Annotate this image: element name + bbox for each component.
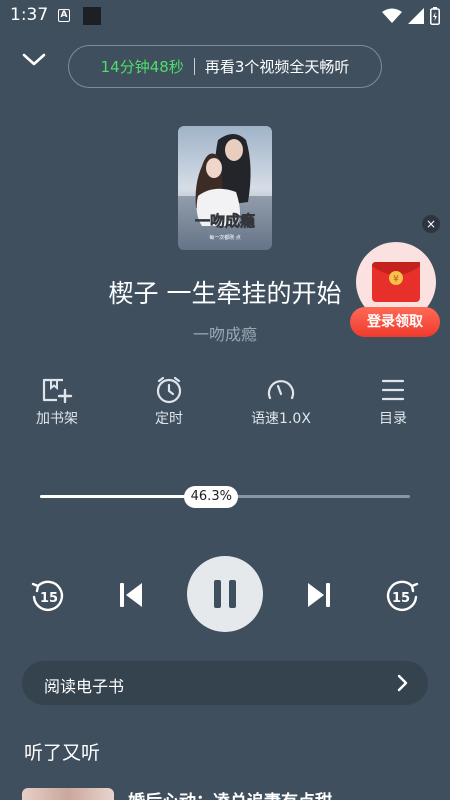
speed-gauge-icon xyxy=(267,380,295,400)
status-bar: 1:37 A xyxy=(0,0,450,32)
previous-chapter-button[interactable] xyxy=(116,580,146,614)
catalog-button[interactable]: 目录 xyxy=(348,376,438,428)
pause-button[interactable] xyxy=(187,556,263,632)
chapter-title: 楔子 一生牵挂的开始 xyxy=(108,279,342,308)
forward-seconds: 15 xyxy=(392,591,410,606)
notification-square-icon xyxy=(83,7,101,25)
rewind-15-icon: 15 xyxy=(31,580,64,612)
close-promo-button[interactable]: × xyxy=(422,215,440,233)
playback-controls: 15 15 xyxy=(0,556,450,634)
chevron-down-icon xyxy=(22,53,46,66)
wifi-icon xyxy=(382,8,402,23)
catalog-label: 目录 xyxy=(379,411,407,427)
rewind-seconds: 15 xyxy=(40,591,58,606)
read-ebook-button[interactable]: 阅读电子书 xyxy=(22,661,428,705)
progress-slider[interactable]: 46.3% xyxy=(40,486,410,508)
action-row: 加书架 定时 语速1.0X 目录 xyxy=(0,376,450,436)
progress-thumb[interactable]: 46.3% xyxy=(184,486,239,508)
list-icon xyxy=(381,379,405,401)
forward-15-button[interactable]: 15 xyxy=(383,576,421,618)
timer-icon xyxy=(156,376,182,404)
speed-label: 语速1.0X xyxy=(251,411,311,427)
notification-a-icon: A xyxy=(58,9,70,22)
speed-button[interactable]: 语速1.0X xyxy=(236,376,326,428)
recommendation-title[interactable]: 婚后心动：凌总追妻有点甜 xyxy=(128,787,332,800)
add-bookshelf-label: 加书架 xyxy=(36,411,78,427)
skip-next-icon xyxy=(308,583,330,607)
recommendation-cover[interactable] xyxy=(22,788,114,800)
watch-videos-link: 再看3个视频全天畅听 xyxy=(204,58,350,76)
status-time: 1:37 xyxy=(10,5,49,25)
cover-title: 一吻成瘾 xyxy=(195,212,255,230)
add-bookshelf-icon xyxy=(42,378,73,404)
book-name[interactable]: 一吻成瘾 xyxy=(0,321,450,345)
skip-previous-icon xyxy=(120,583,142,607)
add-bookshelf-button[interactable]: 加书架 xyxy=(12,376,102,428)
listen-time-pill[interactable]: 14分钟48秒 再看3个视频全天畅听 xyxy=(68,45,382,88)
pause-icon xyxy=(214,580,236,608)
rewind-15-button[interactable]: 15 xyxy=(29,576,67,618)
collapse-button[interactable] xyxy=(20,48,48,72)
book-cover[interactable]: 一吻成瘾 每一次都刚 点 xyxy=(178,126,272,250)
cover-image: 一吻成瘾 每一次都刚 点 xyxy=(178,126,272,250)
forward-15-icon: 15 xyxy=(386,580,419,612)
read-ebook-label: 阅读电子书 xyxy=(44,677,125,696)
status-icons xyxy=(382,6,440,26)
battery-icon xyxy=(430,7,440,25)
signal-icon xyxy=(408,8,424,24)
section-title: 听了又听 xyxy=(24,742,101,764)
chevron-right-icon xyxy=(397,674,408,692)
remaining-time: 14分钟48秒 xyxy=(100,58,184,76)
cover-subtext: 每一次都刚 点 xyxy=(209,234,241,241)
pill-divider xyxy=(193,58,195,75)
sleep-timer-button[interactable]: 定时 xyxy=(124,376,214,428)
next-chapter-button[interactable] xyxy=(304,580,334,614)
timer-label: 定时 xyxy=(155,411,183,427)
